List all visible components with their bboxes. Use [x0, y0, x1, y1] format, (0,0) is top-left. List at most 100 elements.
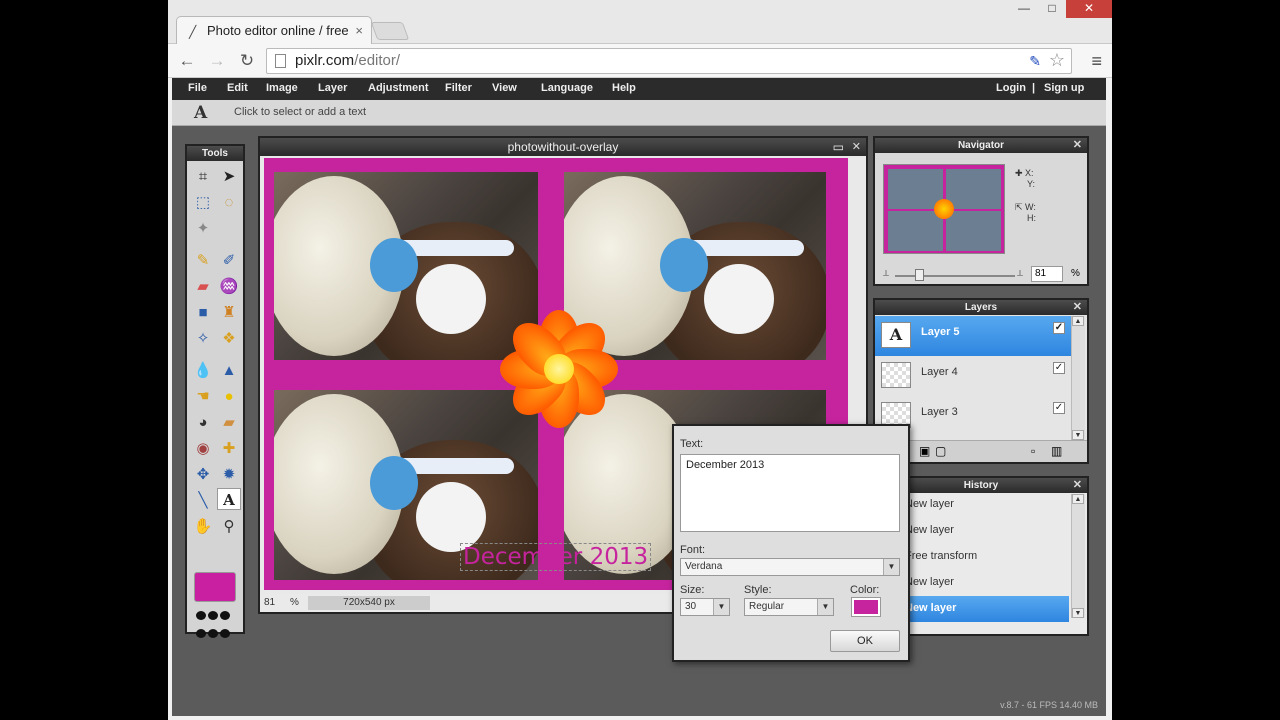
palette-dots[interactable] — [195, 608, 237, 644]
reload-icon[interactable]: ↻ — [236, 50, 258, 72]
dodge-tool-icon[interactable]: ▰ — [217, 412, 241, 434]
login-link[interactable]: Login — [996, 82, 1026, 94]
lasso-tool-icon[interactable]: ◌ — [217, 192, 241, 214]
maximize-doc-icon[interactable]: ▭ — [833, 138, 844, 156]
gradient-tool-icon[interactable]: ■ — [191, 302, 215, 324]
layer-visibility-checkbox[interactable]: ✓ — [1053, 322, 1065, 334]
bloat-tool-icon[interactable]: ✥ — [191, 464, 215, 486]
flower-sticker — [500, 310, 618, 428]
layer-visibility-checkbox[interactable]: ✓ — [1053, 362, 1065, 374]
sharpen-tool-icon[interactable]: ▲ — [217, 360, 241, 382]
delete-layer-icon[interactable]: ▥ — [1051, 444, 1062, 458]
menu-image[interactable]: Image — [266, 82, 298, 94]
red-eye-tool-icon[interactable]: ◉ — [191, 438, 215, 460]
close-window-button[interactable]: ✕ — [1066, 0, 1112, 18]
scroll-down-icon[interactable]: ▼ — [1072, 608, 1084, 618]
brush-tool-icon[interactable]: ✐ — [217, 250, 241, 272]
menu-edit[interactable]: Edit — [227, 82, 248, 94]
maximize-button[interactable]: □ — [1038, 0, 1066, 18]
hand-tool-icon[interactable]: ✋ — [191, 516, 215, 538]
wand-tool-icon[interactable]: ✦ — [191, 218, 215, 240]
chrome-menu-icon[interactable]: ≡ — [1091, 51, 1102, 72]
menu-view[interactable]: View — [492, 82, 517, 94]
app-menubar: File Edit Image Layer Adjustment Filter … — [172, 78, 1106, 100]
eraser-tool-icon[interactable]: ▰ — [191, 276, 215, 298]
text-input[interactable]: December 2013 — [680, 454, 900, 532]
menu-filter[interactable]: Filter — [445, 82, 472, 94]
history-close-icon[interactable]: ✕ — [1073, 478, 1082, 493]
size-select[interactable]: 30 ▼ — [680, 598, 730, 616]
scroll-up-icon[interactable]: ▲ — [1072, 494, 1084, 504]
color-label: Color: — [850, 584, 880, 596]
menu-help[interactable]: Help — [612, 82, 636, 94]
stamp-tool-icon[interactable]: ♜ — [217, 302, 241, 324]
navigator-zoom-input[interactable]: 81 — [1031, 266, 1063, 282]
smudge-tool-icon[interactable]: ☚ — [191, 386, 215, 408]
marquee-tool-icon[interactable]: ⬚ — [191, 192, 215, 214]
extension-icon[interactable]: ✎ — [1029, 53, 1041, 70]
bucket-tool-icon[interactable]: ♒ — [217, 276, 241, 298]
foreground-color-swatch[interactable] — [194, 572, 236, 602]
new-tab-button[interactable] — [370, 22, 410, 40]
layer-visibility-checkbox[interactable]: ✓ — [1053, 402, 1065, 414]
h-label: H: — [1027, 213, 1036, 223]
zoom-in-icon[interactable]: ⟂ — [1017, 268, 1023, 279]
url-host: pixlr.com — [295, 52, 355, 69]
crop-tool-icon[interactable]: ⌗ — [191, 166, 215, 188]
minimize-button[interactable]: — — [1010, 0, 1038, 18]
scroll-down-icon[interactable]: ▼ — [1072, 430, 1084, 440]
style-select[interactable]: Regular ▼ — [744, 598, 834, 616]
browser-tab[interactable]: ╱ Photo editor online / free × — [176, 16, 372, 44]
menu-file[interactable]: File — [188, 82, 207, 94]
font-select[interactable]: Verdana ▼ — [680, 558, 900, 576]
url-field[interactable]: pixlr.com/editor/ ✎ ☆ — [266, 48, 1072, 74]
pixlr-favicon-icon: ╱ — [189, 25, 197, 39]
zoom-tool-icon[interactable]: ⚲ — [217, 516, 241, 538]
navigator-coords: ✚ X: Y: ⇱ W: H: — [1015, 168, 1036, 224]
navigator-close-icon[interactable]: ✕ — [1073, 138, 1082, 153]
color-replace-tool-icon[interactable]: ✧ — [191, 328, 215, 350]
menu-layer[interactable]: Layer — [318, 82, 347, 94]
close-doc-icon[interactable]: ✕ — [852, 138, 861, 156]
burn-tool-icon[interactable]: ◕ — [191, 412, 215, 434]
menu-language[interactable]: Language — [541, 82, 593, 94]
layer-style-icon[interactable]: ▢ — [935, 444, 946, 458]
drawing-tool-icon[interactable]: ❖ — [217, 328, 241, 350]
tab-close-icon[interactable]: × — [355, 23, 363, 38]
forward-arrow-icon[interactable]: → — [206, 50, 228, 72]
canvas-text-layer[interactable]: December 2013 — [460, 543, 652, 571]
blur-tool-icon[interactable]: 💧 — [191, 360, 215, 382]
image-window-title[interactable]: photowithout-overlay ▭ ✕ — [260, 138, 866, 156]
layers-close-icon[interactable]: ✕ — [1073, 300, 1082, 315]
back-arrow-icon[interactable]: ← — [176, 50, 198, 72]
clone-tool-icon[interactable]: ╲ — [191, 490, 215, 512]
menu-adjustment[interactable]: Adjustment — [368, 82, 429, 94]
tools-title: Tools — [187, 146, 243, 161]
layer-mask-icon[interactable]: ▣ — [919, 444, 930, 458]
zoom-value[interactable]: 81 — [264, 597, 275, 608]
scroll-up-icon[interactable]: ▲ — [1072, 316, 1084, 326]
pencil-tool-icon[interactable]: ✎ — [191, 250, 215, 272]
bookmark-star-icon[interactable]: ☆ — [1049, 50, 1065, 71]
text-color-swatch[interactable] — [851, 597, 881, 617]
pinch-tool-icon[interactable]: ✹ — [217, 464, 241, 486]
signup-link[interactable]: Sign up — [1044, 82, 1084, 94]
history-scrollbar[interactable]: ▲ ▼ — [1071, 494, 1085, 618]
layers-title-text: Layers — [964, 302, 998, 313]
sponge-tool-icon[interactable]: ● — [217, 386, 241, 408]
spot-heal-tool-icon[interactable]: ✚ — [217, 438, 241, 460]
layer-row[interactable]: Layer 4 ✓ — [875, 356, 1071, 396]
browser-tabstrip: ╱ Photo editor online / free × — □ ✕ — [168, 0, 1112, 44]
layers-scrollbar[interactable]: ▲ ▼ — [1071, 316, 1085, 440]
style-value: Regular — [749, 601, 785, 612]
layer-name: Layer 4 — [921, 366, 958, 378]
zoom-out-icon[interactable]: ⟂ — [883, 268, 889, 279]
ok-button[interactable]: OK — [830, 630, 900, 652]
move-tool-icon[interactable]: ➤ — [217, 166, 241, 188]
zoom-slider-handle[interactable] — [915, 269, 924, 281]
layer-row[interactable]: A Layer 5 ✓ — [875, 316, 1071, 356]
new-layer-icon[interactable]: ▫ — [1031, 444, 1035, 458]
type-tool-icon[interactable]: A — [217, 488, 241, 510]
zoom-slider-track[interactable] — [895, 275, 1015, 277]
navigator-thumbnail[interactable] — [883, 164, 1005, 254]
